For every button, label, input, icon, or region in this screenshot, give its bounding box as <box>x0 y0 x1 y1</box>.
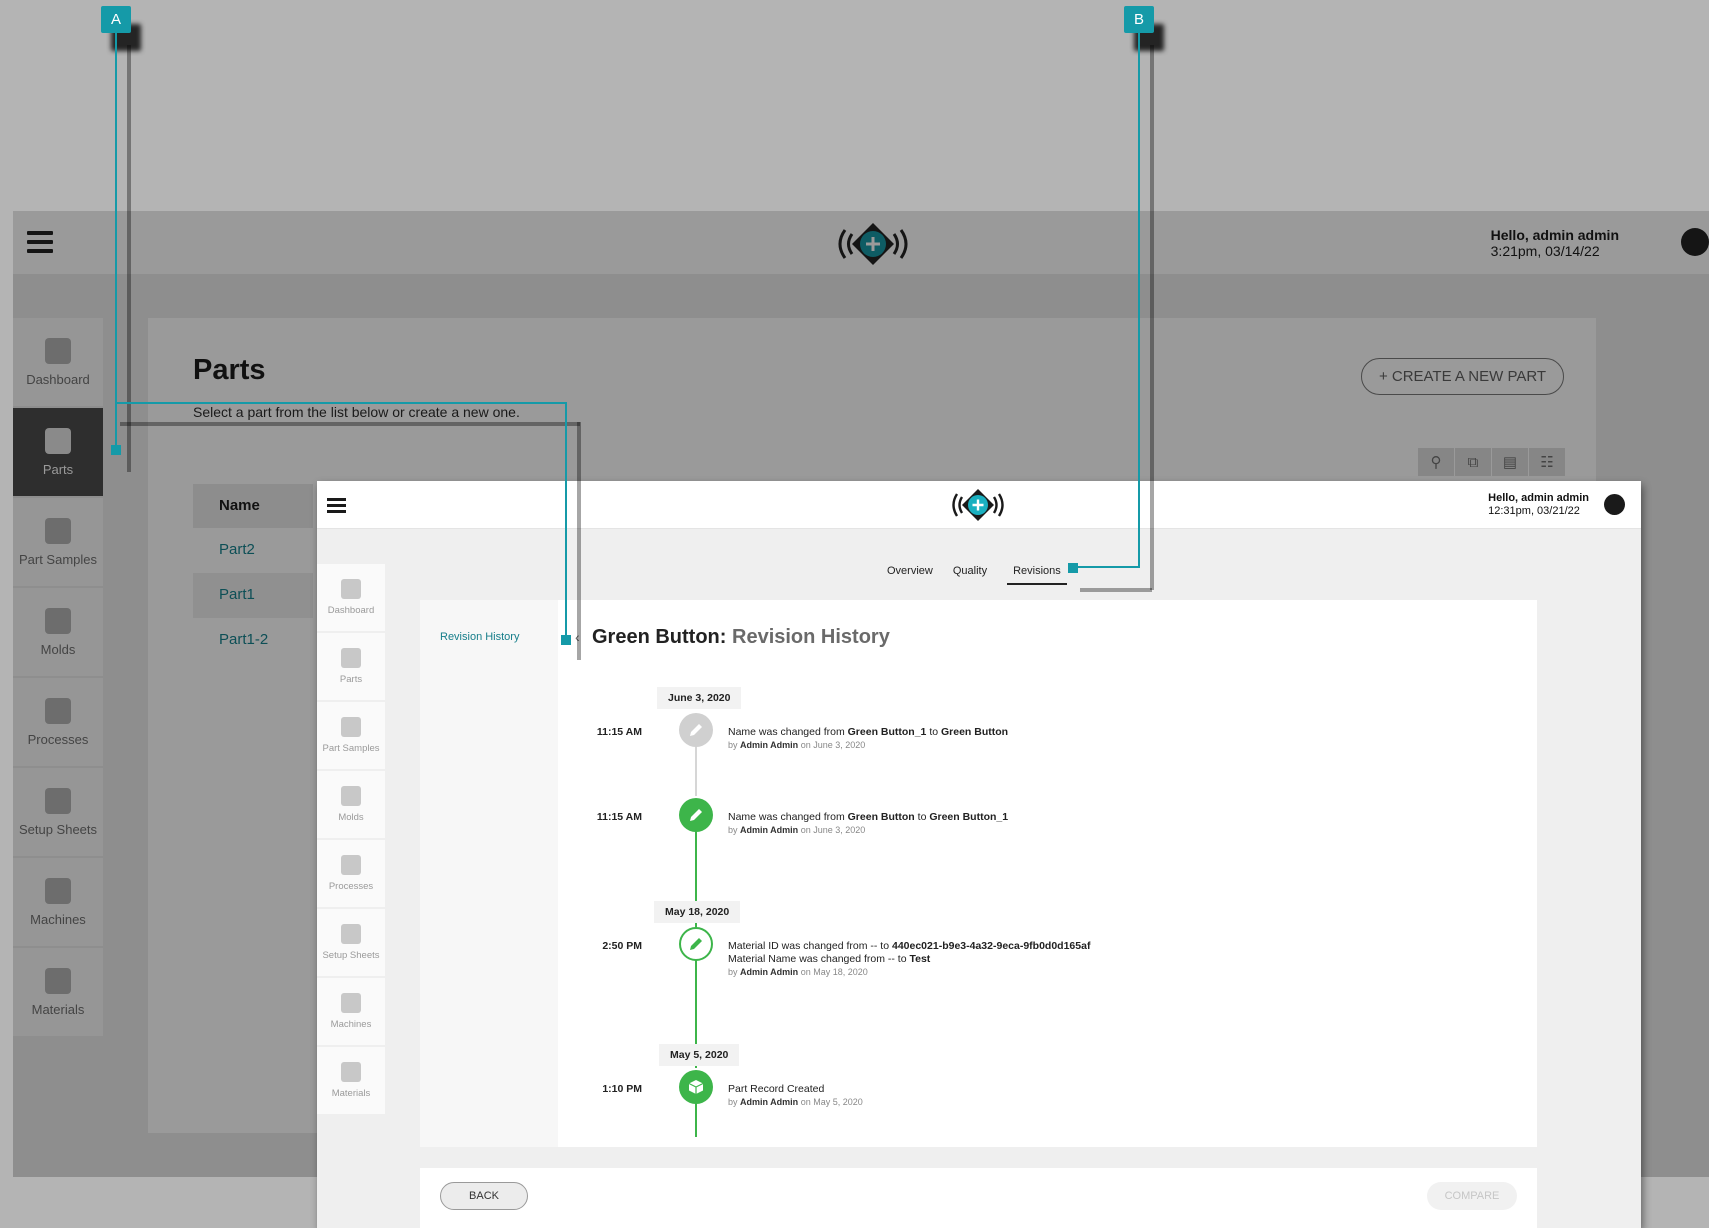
columns-icon[interactable]: ☷ <box>1529 448 1565 476</box>
callout-shadow-a <box>577 422 581 660</box>
callout-badge-b: B <box>1124 6 1154 33</box>
callout-line-a <box>115 402 567 404</box>
date-chip: June 3, 2020 <box>657 687 742 709</box>
revision-panel: Revision History ‹ Green Button: Revisio… <box>420 600 1537 1147</box>
bg-greeting: Hello, admin admin 3:21pm, 03/14/22 <box>1490 227 1619 259</box>
callout-shadow-a <box>127 45 131 472</box>
tab-overview[interactable]: Overview <box>887 565 933 585</box>
callout-badge-a: A <box>101 6 131 33</box>
nav-part-samples[interactable]: Part Samples <box>317 702 385 769</box>
entry-time: 11:15 AM <box>596 726 642 738</box>
callout-marker-a <box>111 445 121 455</box>
callout-line-b <box>1072 566 1140 568</box>
bg-toolbar: ⚲ ⧉ ▤ ☷ <box>1418 448 1566 476</box>
nav-setup-sheets[interactable]: Setup Sheets <box>317 909 385 976</box>
callout-marker-b <box>1068 563 1078 573</box>
tab-quality[interactable]: Quality <box>953 565 987 585</box>
footer-bar: BACK COMPARE <box>420 1168 1537 1228</box>
nav-parts[interactable]: Parts <box>317 633 385 700</box>
page-title: Green Button: Revision History <box>592 626 890 648</box>
table-row[interactable]: Part1 <box>193 573 313 618</box>
bg-nav-processes[interactable]: Processes <box>13 678 103 766</box>
callout-line-a <box>115 33 117 450</box>
entry-time: 11:15 AM <box>596 811 642 823</box>
user-icon[interactable] <box>1604 494 1625 515</box>
revision-entry: Material ID was changed from -- to 440ec… <box>728 940 1091 977</box>
callout-line-a <box>565 402 567 640</box>
revision-entry: Part Record Created by Admin Admin on Ma… <box>728 1083 863 1107</box>
bg-nav-materials[interactable]: Materials <box>13 948 103 1036</box>
box-icon <box>679 1070 713 1104</box>
tab-bar: Overview Quality Revisions <box>887 565 1087 585</box>
callout-shadow-b <box>1080 588 1152 592</box>
bg-page-title: Parts <box>193 354 266 386</box>
revision-sidebar: Revision History <box>420 600 558 1147</box>
nav-materials[interactable]: Materials <box>317 1047 385 1114</box>
entry-time: 2:50 PM <box>602 940 642 952</box>
logo-icon <box>952 489 1004 521</box>
nav-machines[interactable]: Machines <box>317 978 385 1045</box>
table-row[interactable]: Part2 <box>193 528 313 573</box>
pencil-icon <box>679 798 713 832</box>
nav-molds[interactable]: Molds <box>317 771 385 838</box>
tab-revisions[interactable]: Revisions <box>1007 565 1067 585</box>
hamburger-icon[interactable] <box>27 231 53 253</box>
callout-marker-a <box>561 635 571 645</box>
bg-nav-molds[interactable]: Molds <box>13 588 103 676</box>
sidebar: Dashboard Parts Part Samples Molds Proce… <box>317 564 385 1116</box>
copy-icon[interactable]: ⧉ <box>1455 448 1491 476</box>
search-icon[interactable]: ⚲ <box>1418 448 1454 476</box>
date-chip: May 5, 2020 <box>659 1044 740 1066</box>
revision-history-link[interactable]: Revision History <box>440 631 519 643</box>
greeting: Hello, admin admin 12:31pm, 03/21/22 <box>1488 492 1589 517</box>
entry-time: 1:10 PM <box>602 1083 642 1095</box>
bg-sidebar: Dashboard Parts Part Samples Molds Proce… <box>13 318 103 1038</box>
create-part-button[interactable]: + CREATE A NEW PART <box>1361 358 1564 395</box>
logo-icon <box>838 223 908 265</box>
bg-header: Hello, admin admin 3:21pm, 03/14/22 <box>13 211 1709 274</box>
bg-nav-part-samples[interactable]: Part Samples <box>13 498 103 586</box>
bg-parts-table: Name Part2 Part1 Part1-2 <box>193 484 313 663</box>
compare-button[interactable]: COMPARE <box>1427 1182 1517 1210</box>
callout-shadow-b <box>1150 45 1154 590</box>
table-header-name: Name <box>193 484 313 528</box>
bg-page-subtitle: Select a part from the list below or cre… <box>193 404 520 420</box>
callout-shadow-a <box>120 422 580 426</box>
bg-nav-machines[interactable]: Machines <box>13 858 103 946</box>
callout-line-b <box>1138 33 1140 568</box>
nav-processes[interactable]: Processes <box>317 840 385 907</box>
bg-nav-parts[interactable]: Parts <box>13 408 103 496</box>
revision-history-window: Hello, admin admin 12:31pm, 03/21/22 Das… <box>317 481 1641 1228</box>
header: Hello, admin admin 12:31pm, 03/21/22 <box>317 481 1641 529</box>
pencil-icon <box>679 927 713 961</box>
date-chip: May 18, 2020 <box>654 901 741 923</box>
pencil-icon <box>679 713 713 747</box>
user-icon[interactable] <box>1681 228 1709 256</box>
hamburger-icon[interactable] <box>327 498 346 513</box>
revision-entry: Name was changed from Green Button to Gr… <box>728 811 1009 835</box>
table-row[interactable]: Part1-2 <box>193 618 313 663</box>
nav-dashboard[interactable]: Dashboard <box>317 564 385 631</box>
revision-entry: Name was changed from Green Button_1 to … <box>728 726 1009 750</box>
bg-nav-dashboard[interactable]: Dashboard <box>13 318 103 406</box>
back-button[interactable]: BACK <box>440 1182 528 1210</box>
archive-icon[interactable]: ▤ <box>1492 448 1528 476</box>
bg-nav-setup-sheets[interactable]: Setup Sheets <box>13 768 103 856</box>
